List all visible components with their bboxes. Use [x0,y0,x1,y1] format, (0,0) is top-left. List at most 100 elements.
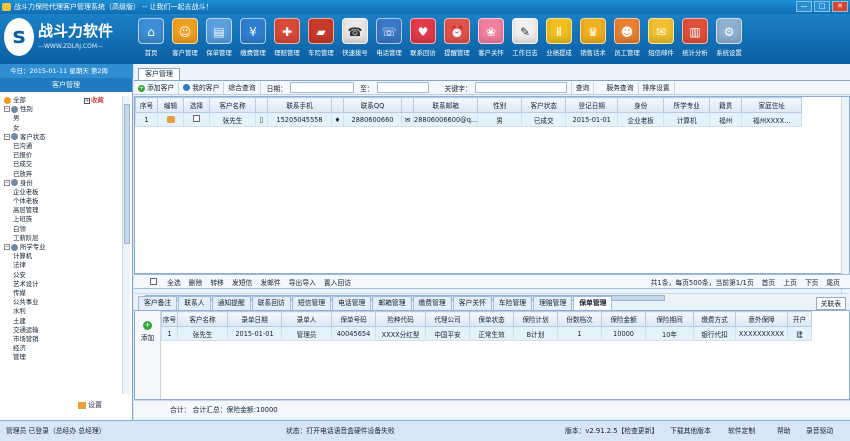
tree-item[interactable]: 白领 [4,225,120,234]
toolbar-item-7[interactable]: ☏ 电话管理 [372,16,406,62]
table-row[interactable]: 1 张先生 ▯ 15205045558 ♦ 2880600660 ✉ 28806006600@… [135,112,803,127]
detail-tab[interactable]: 联系回访 [251,296,291,310]
select-all-checkbox-wrap[interactable]: 全选 [142,277,181,287]
column-header[interactable] [401,97,414,113]
detail-tab[interactable]: 客户备注 [138,296,178,310]
delete-button[interactable]: 删除 [189,277,203,287]
column-header[interactable]: 身份 [617,97,665,113]
export-import-button[interactable]: 导出导入 [289,277,316,287]
detail-tab[interactable]: 电话管理 [332,296,372,310]
transfer-button[interactable]: 转移 [210,277,224,287]
detail-tab[interactable]: 联系人 [178,296,211,310]
custom-link[interactable]: 软件定制 [728,421,755,441]
toolbar-item-17[interactable]: ⚙ 系统设置 [712,16,746,62]
toolbar-item-15[interactable]: ✉ 短信邮件 [644,16,678,62]
detail-tab[interactable]: 车险管理 [492,296,533,310]
tree-item[interactable]: 男 [4,114,120,123]
tree-item[interactable]: 已放弃 [4,170,120,179]
expand-toggle-icon[interactable]: − [4,179,10,186]
toolbar-item-6[interactable]: ☎ 快速拨号 [338,16,372,62]
record-driver-link[interactable]: 录音驱动 [806,421,833,441]
sort-settings-button[interactable]: 排序设置 [639,81,675,94]
tree-item[interactable]: 法律 [4,261,120,270]
column-header[interactable] [331,97,344,113]
send-sms-button[interactable]: 发短信 [232,277,252,287]
tree-item[interactable]: 管理 [4,353,120,362]
tree-scrollbar[interactable] [122,96,130,394]
column-header[interactable]: 保险计划 [513,311,558,327]
column-header[interactable]: 性别 [477,97,523,113]
tree-item[interactable]: 女 [4,124,120,133]
column-header[interactable]: 编辑 [157,97,184,113]
tree-item[interactable]: 经济 [4,344,120,353]
tree-item[interactable]: − 所学专业 [4,243,120,252]
column-header[interactable]: 客户名称 [177,311,228,327]
column-header[interactable]: 登记日期 [565,97,619,113]
detail-tab[interactable]: 理赔管理 [533,296,573,310]
column-header[interactable]: 保险期间 [645,311,694,327]
column-header[interactable]: 客户名称 [209,97,256,113]
maximize-button[interactable]: □ [814,1,830,12]
tree-item[interactable]: 市场营销 [4,335,120,344]
column-header[interactable]: 客户状态 [521,97,567,113]
column-header[interactable]: 录单日期 [227,311,282,327]
column-header[interactable]: 保险金额 [601,311,646,327]
favorites-toggle-icon[interactable]: + [84,98,90,104]
tree-item[interactable]: 交通运输 [4,326,120,335]
toolbar-item-4[interactable]: ✚ 理赔管理 [270,16,304,62]
import-calls-button[interactable]: 置入回访 [324,277,351,287]
column-header[interactable]: 序号 [161,311,178,327]
toolbar-item-12[interactable]: Ⅱ 业绩提成 [542,16,576,62]
toolbar-item-5[interactable]: ▰ 车险管理 [304,16,338,62]
my-customers-button[interactable]: 我的客户 [179,81,225,94]
policy-row[interactable]: 1 张先生 2015-01-01 管理员 40045654 XXXX分红型 中国平安 正常生效… [161,326,812,341]
expand-toggle-icon[interactable]: − [4,133,10,140]
edit-cell[interactable] [157,112,184,127]
favorites-node[interactable]: + 收藏 [84,96,104,105]
close-button[interactable]: ✕ [832,1,848,12]
last-page-button[interactable]: 尾页 [826,277,840,287]
tree-item[interactable]: 土建 [4,317,120,326]
tree-item[interactable]: 全部 + 收藏 [4,96,120,105]
toolbar-item-16[interactable]: ▥ 统计分析 [678,16,712,62]
help-link[interactable]: 帮助 [777,421,791,441]
detail-tab[interactable]: 短信管理 [291,296,332,310]
toolbar-item-13[interactable]: ♛ 销售话术 [576,16,610,62]
detail-tab[interactable]: 缴费管理 [412,296,452,310]
detail-tab[interactable]: 保单管理 [573,296,613,310]
add-customer-button[interactable]: 添加客户 [134,81,180,94]
column-header[interactable]: 录单人 [281,311,332,327]
column-header[interactable] [255,97,268,113]
toolbar-item-3[interactable]: ¥ 缴费管理 [236,16,270,62]
tree-item[interactable]: 企业老板 [4,188,120,197]
link-table-button[interactable]: 关联表 [815,297,846,310]
select-all-checkbox[interactable] [150,277,157,285]
tree-item[interactable]: − 客户状态 [4,133,120,142]
column-header[interactable]: 选择 [183,97,210,113]
column-header[interactable]: 意外保障 [735,311,788,327]
first-page-button[interactable]: 首页 [762,277,776,287]
column-header[interactable]: 所学专业 [663,97,711,113]
column-header[interactable]: 联系手机 [267,97,332,113]
detail-tab[interactable]: 邮箱管理 [372,296,412,310]
column-header[interactable]: 籍贯 [709,97,743,113]
add-policy-button[interactable]: + 添加 [135,311,161,399]
tree-item[interactable]: 公安 [4,271,120,280]
prev-page-button[interactable]: 上页 [783,277,797,287]
column-header[interactable]: 缴费方式 [693,311,736,327]
tree-item[interactable]: 传媒 [4,289,120,298]
tree-item[interactable]: 上班族 [4,215,120,224]
column-header[interactable]: 联系QQ [343,97,402,113]
toolbar-item-1[interactable]: ☺ 客户管理 [168,16,202,62]
column-header[interactable]: 家庭住址 [741,97,803,113]
tree-item[interactable]: 水利 [4,307,120,316]
detail-tab[interactable]: 通知提醒 [211,296,251,310]
column-header[interactable]: 开户 [787,311,812,327]
grid-vertical-scrollbar[interactable] [841,97,849,293]
toolbar-item-10[interactable]: ❀ 客户关怀 [474,16,508,62]
row-checkbox[interactable] [193,115,200,122]
tree-item[interactable]: 个体老板 [4,197,120,206]
advanced-search-button[interactable]: 综合查询 [224,81,261,94]
query-button[interactable]: 查询 [570,81,595,94]
tree-item[interactable]: 已沟通 [4,142,120,151]
